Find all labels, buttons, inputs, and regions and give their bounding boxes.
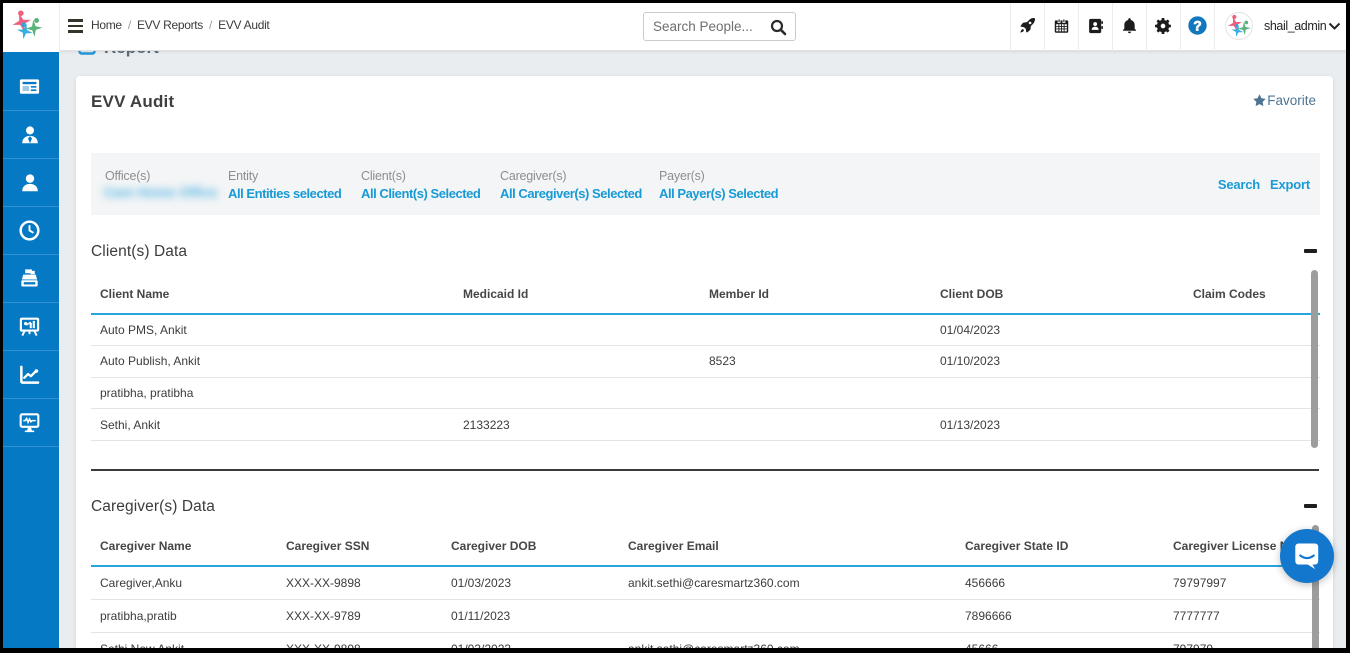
svg-text:?: ? [1193,18,1201,33]
